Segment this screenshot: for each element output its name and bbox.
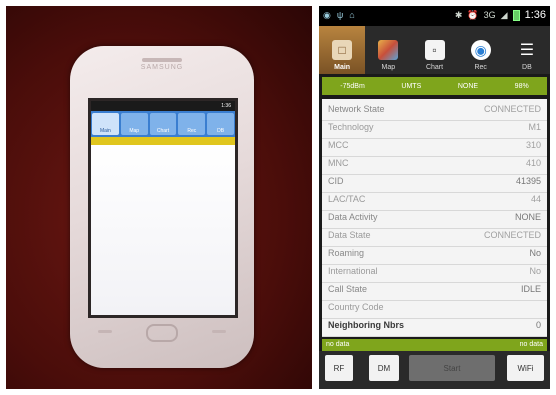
phone-screen-info-strip (91, 137, 235, 145)
row-value: M1 (528, 122, 541, 132)
phone-body: SAMSUNG 1:36 Main Map Chart Rec DB (70, 46, 254, 368)
row-label: Roaming (328, 248, 365, 258)
tab-bar: □ Main Map ▫ Chart ◉ Rec ☰ DB (319, 26, 550, 74)
tab-db[interactable]: ☰ DB (504, 26, 550, 74)
phone-photo: SAMSUNG 1:36 Main Map Chart Rec DB (6, 6, 312, 389)
row-label: Call State (328, 284, 368, 294)
wifi-button[interactable]: WiFi (507, 355, 544, 381)
bottom-toolbar: RF DM Start WiFi (319, 351, 550, 389)
battery-icon (512, 9, 520, 21)
tab-label: Rec (474, 64, 487, 71)
phone-screen-tab: Map (120, 113, 148, 135)
status-bar: ◉ ψ ⌂ ✱ ⏰ 3G ◢ 1:36 (319, 6, 550, 26)
data-status-right: no data (519, 341, 543, 348)
phone-menu-key (98, 330, 112, 333)
row-value: 41395 (515, 176, 541, 186)
row-value: CONNECTED (483, 104, 541, 114)
row-value: CONNECTED (483, 230, 541, 240)
signal-info-strip: -75dBm UMTS NONE 98% (322, 77, 547, 95)
row-value: 0 (535, 320, 541, 330)
usb-icon: ψ (336, 10, 344, 20)
phone-screen-tabs: Main Map Chart Rec DB (91, 111, 235, 137)
row-value: 44 (530, 194, 541, 204)
phone-brand-logo: SAMSUNG (140, 64, 184, 71)
row-value: IDLE (520, 284, 541, 294)
phone-icon: □ (332, 40, 353, 60)
row-label: Country Code (328, 302, 384, 312)
tab-main[interactable]: □ Main (319, 26, 366, 74)
tab-chart[interactable]: ▫ Chart (411, 26, 457, 74)
network-info-list: Network State CONNECTED Technology M1 MC… (322, 99, 547, 337)
tab-label: Chart (425, 64, 444, 71)
signal-icon: ◢ (500, 9, 508, 20)
signal-strength: -75dBm (340, 82, 365, 90)
row-value: 410 (525, 158, 541, 168)
phone-home-button (146, 324, 178, 342)
row-value: NONE (514, 212, 541, 222)
data-status-left: no data (326, 341, 350, 348)
data-activity: NONE (457, 82, 479, 90)
notification-icon: ◉ (323, 10, 331, 20)
record-icon: ◉ (470, 40, 491, 60)
battery-level: 98% (514, 82, 529, 90)
bluetooth-icon: ✱ (454, 9, 463, 20)
row-label: Data Activity (328, 212, 378, 222)
list-item: Neighboring Nbrs 0 (322, 315, 547, 337)
row-label: MCC (328, 140, 349, 150)
row-label: CID (328, 176, 344, 186)
phone-screen: 1:36 Main Map Chart Rec DB (88, 98, 238, 318)
row-label: International (328, 266, 378, 276)
row-label: Data State (328, 230, 371, 240)
dm-button[interactable]: DM (369, 355, 399, 381)
phone-screen-status-bar: 1:36 (91, 101, 235, 111)
tab-label: Main (334, 64, 351, 71)
rf-button[interactable]: RF (325, 355, 353, 381)
row-value: No (529, 248, 541, 258)
tab-map[interactable]: Map (365, 26, 411, 74)
phone-screen-tab: DB (207, 113, 234, 135)
tab-label: Map (381, 64, 396, 71)
map-icon (378, 40, 399, 60)
row-label: MNC (328, 158, 349, 168)
database-icon: ☰ (519, 42, 535, 59)
row-label: LAC/TAC (328, 194, 366, 204)
network-icon: 3G (483, 10, 496, 20)
tab-rec[interactable]: ◉ Rec (458, 26, 504, 74)
chart-icon: ▫ (424, 40, 445, 60)
start-button[interactable]: Start (409, 355, 495, 381)
phone-back-key (212, 330, 226, 333)
status-time: 1:36 (524, 9, 546, 21)
phone-screen-tab: Chart (149, 113, 177, 135)
row-value: 310 (525, 140, 541, 150)
phone-screen-tab: Rec (178, 113, 206, 135)
home-icon: ⌂ (349, 10, 355, 20)
phone-screen-tab: Main (92, 113, 119, 135)
row-label: Technology (328, 122, 374, 132)
network-type: UMTS (401, 82, 422, 90)
row-value: No (529, 266, 541, 276)
row-label: Network State (328, 104, 385, 114)
row-label: Neighboring Nbrs (328, 320, 404, 330)
data-status-bar: no data no data (322, 339, 547, 351)
phone-screen-body (91, 145, 235, 315)
app-screen: ◉ ψ ⌂ ✱ ⏰ 3G ◢ 1:36 □ Main Map ▫ Chart ◉… (319, 6, 550, 389)
phone-speaker (142, 58, 182, 62)
alarm-icon: ⏰ (467, 9, 479, 20)
tab-label: DB (522, 64, 532, 71)
